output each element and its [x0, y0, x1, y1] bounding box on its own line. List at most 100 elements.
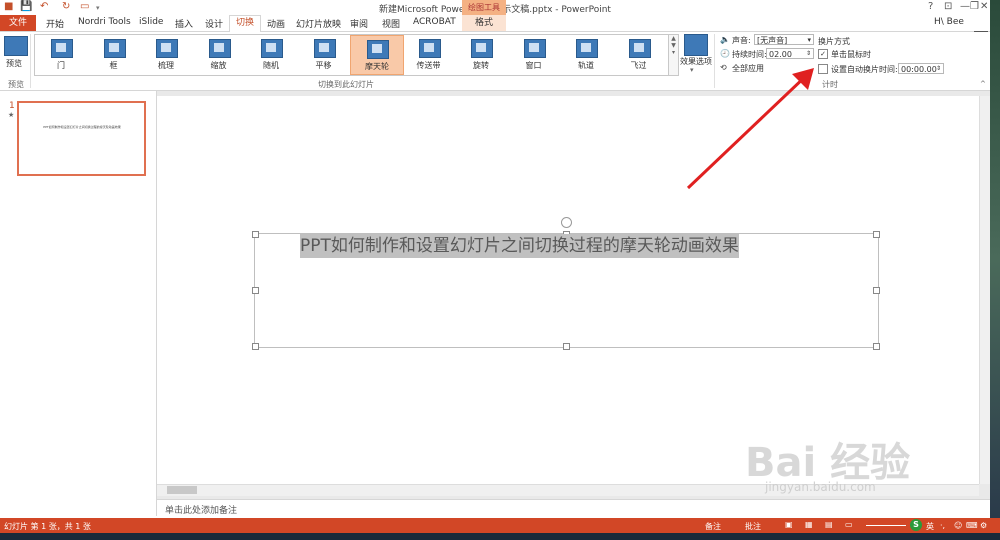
- resize-handle[interactable]: [873, 231, 880, 238]
- transition-pan[interactable]: 平移: [298, 35, 350, 73]
- tab-islide[interactable]: iSlide: [139, 17, 163, 27]
- transition-comb[interactable]: 梳理: [140, 35, 192, 73]
- after-time-value: 00:00.00: [901, 65, 937, 74]
- help-button[interactable]: ?: [928, 1, 933, 12]
- transition-orbit[interactable]: 轨道: [560, 35, 612, 73]
- slide-info: 幻灯片 第 1 张，共 1 张: [4, 522, 91, 531]
- tab-acrobat[interactable]: ACROBAT: [413, 17, 456, 27]
- tab-insert[interactable]: 插入: [175, 17, 193, 30]
- ribbon-tabs: 文件 开始 Nordri Tools iSlide 插入 设计 切换 动画 幻灯…: [0, 15, 990, 45]
- tab-nordri-tools[interactable]: Nordri Tools: [78, 17, 131, 27]
- fly-through-icon: [628, 39, 651, 58]
- transition-star-icon: ★: [8, 111, 15, 119]
- drawing-tools-label: 绘图工具: [462, 0, 506, 15]
- resize-handle[interactable]: [252, 287, 259, 294]
- after-time-input[interactable]: 00:00.00 ⇕: [898, 63, 944, 74]
- transition-fly-through[interactable]: 飞过: [613, 35, 665, 73]
- scroll-thumb[interactable]: [167, 486, 197, 494]
- transition-door[interactable]: 门: [35, 35, 87, 73]
- duration-value: 02.00: [769, 50, 792, 59]
- annotation-arrow: [686, 68, 814, 190]
- slide-title-text[interactable]: PPT如何制作和设置幻灯片之间切换过程的摩天轮动画效果: [300, 234, 739, 258]
- slide-sorter-icon[interactable]: ▦: [805, 520, 813, 529]
- tab-format[interactable]: 格式: [462, 15, 506, 31]
- notes-placeholder: 单击此处添加备注: [165, 506, 238, 516]
- duration-input[interactable]: 02.00 ⇕: [766, 48, 814, 59]
- on-click-label: 单击鼠标时: [831, 50, 871, 59]
- transition-ferris-wheel[interactable]: 摩天轮: [350, 35, 404, 75]
- clock-icon: 🕘: [720, 49, 730, 58]
- notes-pane[interactable]: 单击此处添加备注: [157, 499, 990, 517]
- collapse-ribbon-icon[interactable]: ^: [980, 80, 986, 88]
- resize-handle[interactable]: [873, 343, 880, 350]
- duration-label: 持续时间:: [732, 50, 767, 59]
- tab-design[interactable]: 设计: [205, 17, 223, 30]
- tab-slideshow[interactable]: 幻灯片放映: [296, 17, 341, 30]
- user-name[interactable]: H\ Bee: [934, 17, 964, 27]
- transition-rotate[interactable]: 旋转: [455, 35, 507, 73]
- orbit-icon: [576, 39, 598, 58]
- sound-label: 声音:: [732, 36, 751, 45]
- advance-heading: 换片方式: [818, 37, 850, 46]
- rotate-handle[interactable]: [561, 217, 572, 228]
- transition-label: 窗口: [525, 61, 542, 70]
- resize-handle[interactable]: [252, 343, 259, 350]
- transition-label: 缩放: [210, 61, 227, 70]
- resize-handle[interactable]: [252, 231, 259, 238]
- transition-label: 传送带: [416, 61, 441, 70]
- desktop-background: [990, 0, 1000, 518]
- sound-value: [无声音]: [757, 36, 788, 45]
- preview-group-label: 预览: [8, 80, 24, 89]
- timing-group-label: 计时: [822, 80, 838, 89]
- slideshow-icon[interactable]: ▭: [845, 520, 853, 529]
- effect-options-icon[interactable]: [684, 34, 708, 56]
- normal-view-icon[interactable]: ▣: [785, 520, 793, 529]
- preview-icon[interactable]: [4, 36, 28, 56]
- language-icon[interactable]: 英: [926, 521, 934, 532]
- transition-label: 旋转: [473, 61, 489, 70]
- tab-file[interactable]: 文件: [0, 15, 36, 31]
- divider: [30, 34, 31, 88]
- sound-select[interactable]: [无声音] ▾: [754, 34, 814, 45]
- slide-thumbnail[interactable]: PPT如何制作和设置幻灯片之间切换过程的摩天轮动画效果: [17, 101, 146, 176]
- transition-label: 随机: [263, 61, 279, 70]
- rotate-icon: [471, 39, 493, 58]
- thumbnail-text: PPT如何制作和设置幻灯片之间切换过程的摩天轮动画效果: [43, 125, 121, 129]
- punctuation-icon[interactable]: ·,: [940, 521, 945, 530]
- transition-label: 梳理: [158, 61, 174, 70]
- keyboard-icon[interactable]: ⌨: [966, 521, 978, 530]
- ferris-wheel-icon: [367, 40, 389, 59]
- transition-gallery: 门 框 梳理 缩放 随机 平移 摩天轮 传送带 旋转 窗口 轨道 飞过: [34, 34, 670, 76]
- close-button[interactable]: ✕: [980, 1, 988, 12]
- transition-random[interactable]: 随机: [245, 35, 297, 73]
- restore-button[interactable]: ❐: [970, 1, 979, 12]
- ribbon-display-button[interactable]: ⊡: [944, 1, 952, 12]
- gallery-scroll[interactable]: ▲ ▼ ▾: [668, 34, 679, 76]
- tab-view[interactable]: 视图: [382, 17, 400, 30]
- tools-icon[interactable]: ⚙: [980, 521, 987, 530]
- tab-animations[interactable]: 动画: [267, 17, 285, 30]
- tab-transitions[interactable]: 切换: [229, 15, 261, 32]
- emoji-icon[interactable]: ☺: [954, 521, 962, 530]
- conveyor-icon: [418, 39, 441, 58]
- on-click-checkbox[interactable]: ✓: [818, 49, 828, 59]
- tab-home[interactable]: 开始: [46, 17, 64, 30]
- after-time-label: 设置自动换片时间:: [831, 65, 898, 74]
- transition-box[interactable]: 框: [88, 35, 140, 73]
- transition-label: 平移: [315, 61, 332, 70]
- resize-handle[interactable]: [563, 343, 570, 350]
- transition-conveyor[interactable]: 传送带: [403, 35, 455, 73]
- zoom-slider[interactable]: [866, 525, 906, 526]
- baidu-watermark-url: jingyan.baidu.com: [765, 480, 876, 494]
- resize-handle[interactable]: [873, 287, 880, 294]
- comments-button[interactable]: 批注: [745, 521, 761, 532]
- minimize-button[interactable]: —: [960, 1, 970, 12]
- notes-button[interactable]: 备注: [705, 521, 721, 532]
- input-method-icon[interactable]: S: [910, 519, 922, 531]
- tab-review[interactable]: 审阅: [350, 17, 368, 30]
- preview-button[interactable]: 预览: [6, 58, 22, 69]
- transition-window[interactable]: 窗口: [508, 35, 560, 73]
- transition-zoom[interactable]: 缩放: [193, 35, 245, 73]
- comb-icon: [156, 39, 178, 58]
- reading-view-icon[interactable]: ▤: [825, 520, 833, 529]
